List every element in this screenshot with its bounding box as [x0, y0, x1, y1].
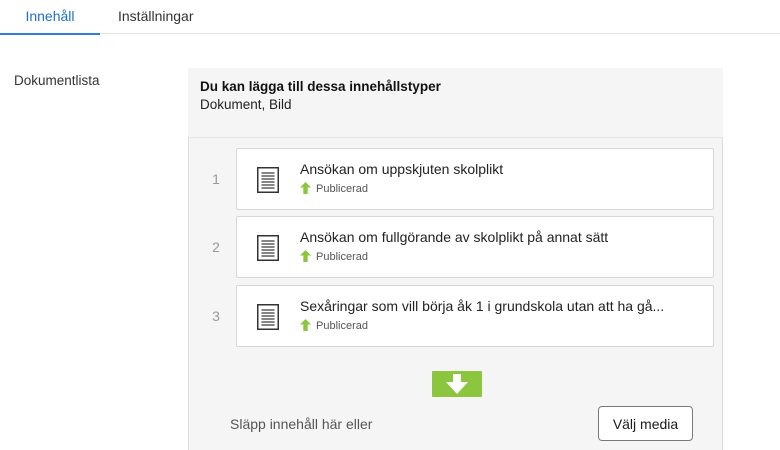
item-number: 1	[212, 171, 220, 187]
move-down-button[interactable]	[432, 371, 482, 397]
item-number: 2	[212, 239, 220, 255]
document-title: Sexåringar som vill börja åk 1 i grundsk…	[300, 298, 665, 314]
property-label: Dokumentlista	[14, 73, 100, 88]
list-item: 2 Ansökan om fullgörande av skolplikt på…	[189, 216, 722, 278]
arrow-up-icon	[300, 182, 311, 194]
document-card[interactable]: Ansökan om fullgörande av skolplikt på a…	[236, 216, 714, 278]
status-text: Publicerad	[316, 183, 368, 195]
document-card[interactable]: Sexåringar som vill börja åk 1 i grundsk…	[236, 285, 714, 347]
list-item: 3 Sexåringar som vill börja åk 1 i grund…	[189, 285, 722, 347]
arrow-up-icon	[300, 319, 311, 331]
document-card[interactable]: Ansökan om uppskjuten skolplikt Publicer…	[236, 148, 714, 210]
document-icon	[257, 235, 279, 261]
allowed-types-header: Du kan lägga till dessa innehållstyper D…	[188, 68, 723, 138]
status-text: Publicerad	[316, 251, 368, 263]
document-title: Ansökan om fullgörande av skolplikt på a…	[300, 229, 609, 245]
list-item: 1 Ansökan om uppskjuten skolplikt Public…	[189, 148, 722, 210]
tab-bar: Innehåll Inställningar	[0, 0, 780, 35]
document-icon	[257, 167, 279, 193]
status-badge: Publicerad	[300, 250, 368, 264]
document-title: Ansökan om uppskjuten skolplikt	[300, 161, 504, 177]
status-badge: Publicerad	[300, 319, 368, 333]
document-list: 1 Ansökan om uppskjuten skolplikt Public…	[188, 138, 723, 450]
allowed-types-title: Du kan lägga till dessa innehållstyper	[200, 79, 441, 94]
tab-settings[interactable]: Inställningar	[118, 0, 194, 34]
drop-zone-text: Släpp innehåll här eller	[230, 416, 373, 432]
arrow-up-icon	[300, 250, 311, 262]
arrow-down-icon	[446, 374, 468, 394]
document-icon	[257, 304, 279, 330]
status-badge: Publicerad	[300, 182, 368, 196]
allowed-types-list: Dokument, Bild	[200, 97, 292, 112]
document-list-editor: Du kan lägga till dessa innehållstyper D…	[188, 68, 723, 450]
choose-media-button[interactable]: Välj media	[598, 406, 693, 441]
tab-content[interactable]: Innehåll	[0, 0, 100, 35]
item-number: 3	[212, 308, 220, 324]
status-text: Publicerad	[316, 320, 368, 332]
